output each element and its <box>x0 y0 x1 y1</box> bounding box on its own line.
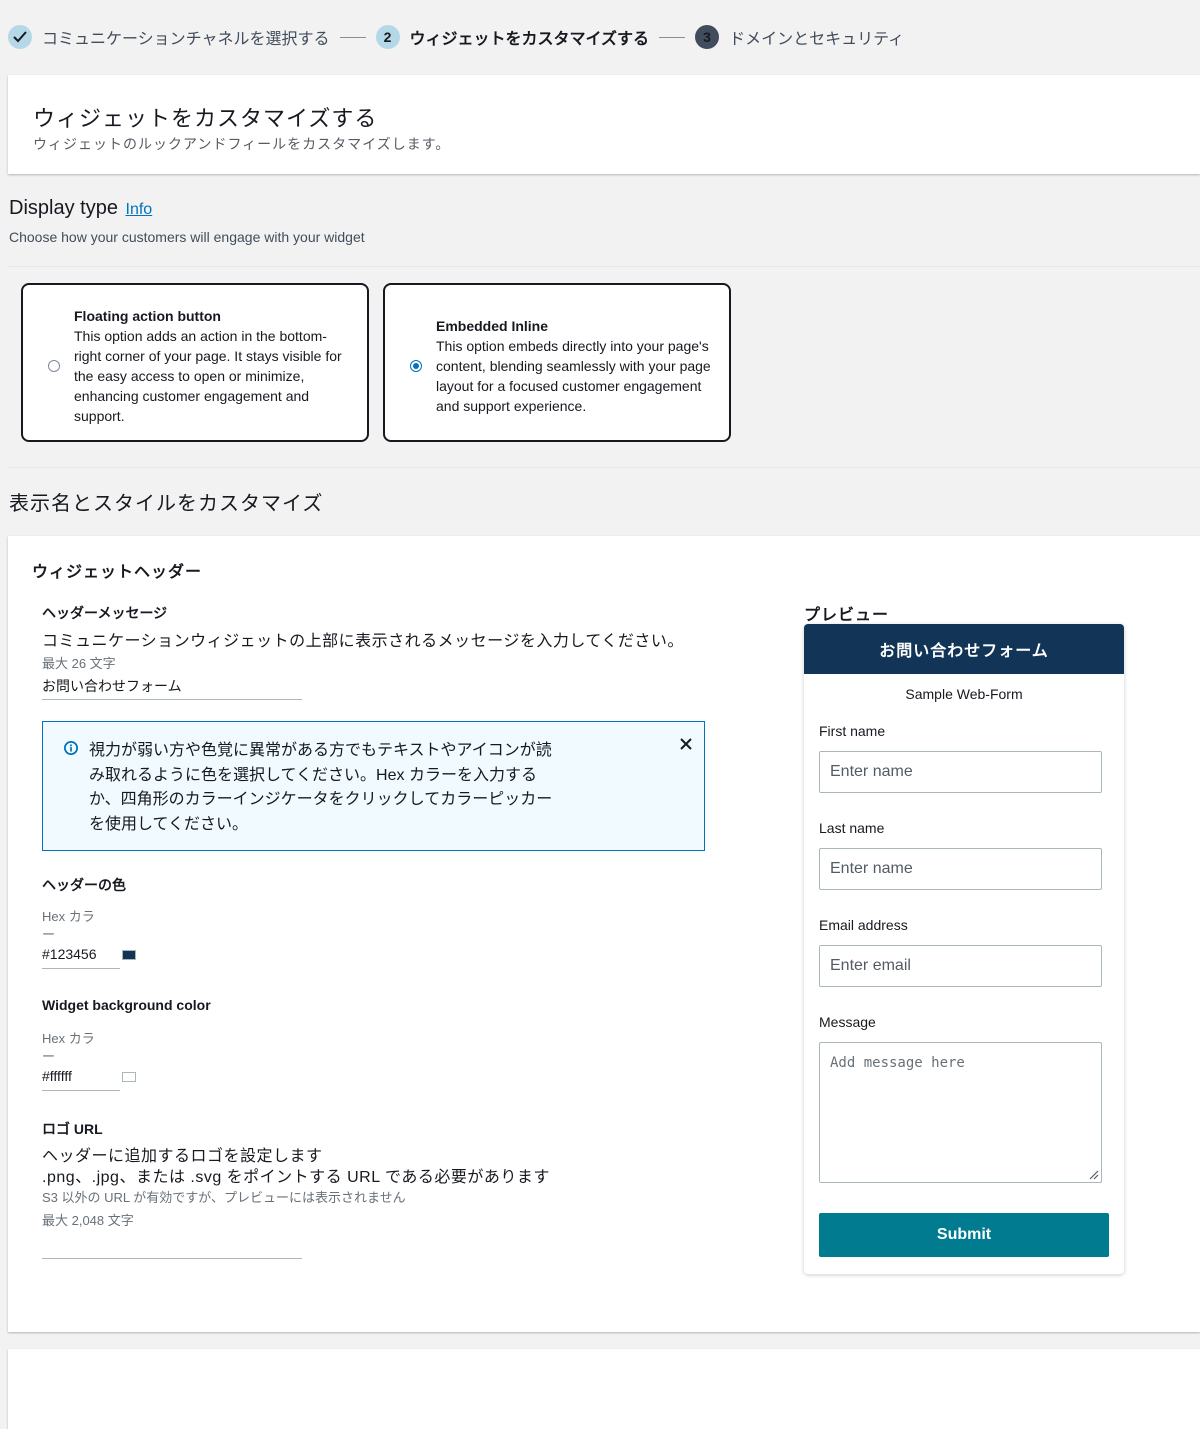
option-title: Floating action button <box>74 308 221 324</box>
display-type-subtitle: Choose how your customers will engage wi… <box>9 229 365 245</box>
preview-email-label: Email address <box>819 917 908 933</box>
header-message-description: コミュニケーションウィジェットの上部に表示されるメッセージを入力してください。 <box>42 633 684 650</box>
logo-url-input[interactable] <box>42 1236 302 1259</box>
bg-color-hex-label-2: ー <box>42 1049 56 1064</box>
option-description: This option embeds directly into your pa… <box>436 338 711 414</box>
display-type-heading: Display type Info <box>9 197 152 220</box>
next-section-card <box>8 1349 1200 1429</box>
option-embedded-inline[interactable]: Embedded Inline This option embeds direc… <box>383 283 731 442</box>
widget-header-card: ウィジェットヘッダー ヘッダーメッセージ コミュニケーションウィジェットの上部に… <box>8 536 1200 1332</box>
page-subtitle: ウィジェットのルックアンドフィールをカスタマイズします。 <box>33 136 451 152</box>
preview-submit-button[interactable]: Submit <box>819 1213 1109 1257</box>
step-2-label: ウィジェットをカスタマイズする <box>409 31 650 48</box>
step-1[interactable]: コミュニケーションチャネルを選択する <box>8 25 330 49</box>
preview-last-name-label: Last name <box>819 820 885 836</box>
header-color-label: ヘッダーの色 <box>42 877 126 893</box>
logo-url-hint-1: S3 以外の URL が有効ですが、プレビューには表示されません <box>42 1190 406 1205</box>
radio-embedded-inline[interactable] <box>410 360 422 372</box>
preview-label: プレビュー <box>804 607 890 624</box>
step-2[interactable]: 2 ウィジェットをカスタマイズする <box>375 25 650 49</box>
header-message-label: ヘッダーメッセージ <box>42 605 168 621</box>
accessibility-info-alert: 視力が弱い方や色覚に異常がある方でもテキストやアイコンが読み取れるように色を選択… <box>42 721 705 851</box>
resize-handle-icon[interactable] <box>1087 1168 1099 1180</box>
step-separator <box>659 36 686 38</box>
bg-color-input[interactable]: #ffffff <box>42 1068 120 1091</box>
option-title: Embedded Inline <box>436 318 549 334</box>
preview-header: お問い合わせフォーム <box>804 624 1124 674</box>
bg-color-swatch[interactable] <box>122 1072 136 1082</box>
step-separator <box>339 36 366 38</box>
info-circle-icon <box>64 741 78 755</box>
preview-last-name-input[interactable]: Enter name <box>819 848 1102 890</box>
page-header-card: ウィジェットをカスタマイズする ウィジェットのルックアンドフィールをカスタマイズ… <box>8 75 1200 174</box>
header-color-hex-label-2: ー <box>42 927 56 942</box>
close-icon[interactable] <box>678 736 694 752</box>
logo-url-description-2: .png、.jpg、または .svg をポイントする URL である必要がありま… <box>42 1169 550 1186</box>
header-color-swatch[interactable] <box>122 950 136 960</box>
preview-message-placeholder: Add message here <box>830 1055 965 1071</box>
step-3-label: ドメインとセキュリティ <box>729 31 905 48</box>
step-3-number: 3 <box>695 25 720 49</box>
preview-first-name-input[interactable]: Enter name <box>819 751 1102 793</box>
logo-url-label: ロゴ URL <box>42 1121 103 1137</box>
step-2-number: 2 <box>375 25 400 49</box>
style-section-title: 表示名とスタイルをカスタマイズ <box>9 493 324 515</box>
preview-first-name-label: First name <box>819 723 886 739</box>
display-type-title: Display type <box>9 197 118 219</box>
preview-email-input[interactable]: Enter email <box>819 945 1102 987</box>
bg-color-hex-label: Hex カラ <box>42 1031 95 1046</box>
header-color-input[interactable]: #123456 <box>42 946 120 969</box>
step-1-label: コミュニケーションチャネルを選択する <box>42 31 330 48</box>
preview-message-textarea[interactable]: Add message here <box>819 1042 1102 1183</box>
logo-url-hint-2: 最大 2,048 文字 <box>42 1213 134 1228</box>
header-message-constraint: 最大 26 文字 <box>42 656 116 671</box>
page-title: ウィジェットをカスタマイズする <box>33 106 378 131</box>
radio-floating-action-button[interactable] <box>48 360 60 372</box>
header-color-hex-label: Hex カラ <box>42 909 95 924</box>
info-alert-text: 視力が弱い方や色覚に異常がある方でもテキストやアイコンが読み取れるように色を選択… <box>89 742 553 833</box>
widget-preview: お問い合わせフォーム Sample Web-Form First name En… <box>804 624 1124 1274</box>
bg-color-label: Widget background color <box>42 997 211 1013</box>
wizard-stepper: コミュニケーションチャネルを選択する 2 ウィジェットをカスタマイズする 3 ド… <box>8 22 904 52</box>
option-description: This option adds an action in the bottom… <box>74 328 342 424</box>
step-1-check-icon <box>8 25 32 49</box>
info-link[interactable]: Info <box>126 201 153 218</box>
preview-form-title: Sample Web-Form <box>905 686 1023 702</box>
option-floating-action-button[interactable]: Floating action button This option adds … <box>21 283 369 442</box>
header-message-input[interactable]: お問い合わせフォーム <box>42 676 302 700</box>
display-type-options: Floating action button This option adds … <box>8 266 1200 468</box>
preview-message-label: Message <box>819 1014 876 1030</box>
step-3[interactable]: 3 ドメインとセキュリティ <box>695 25 904 49</box>
widget-header-title: ウィジェットヘッダー <box>32 564 203 581</box>
